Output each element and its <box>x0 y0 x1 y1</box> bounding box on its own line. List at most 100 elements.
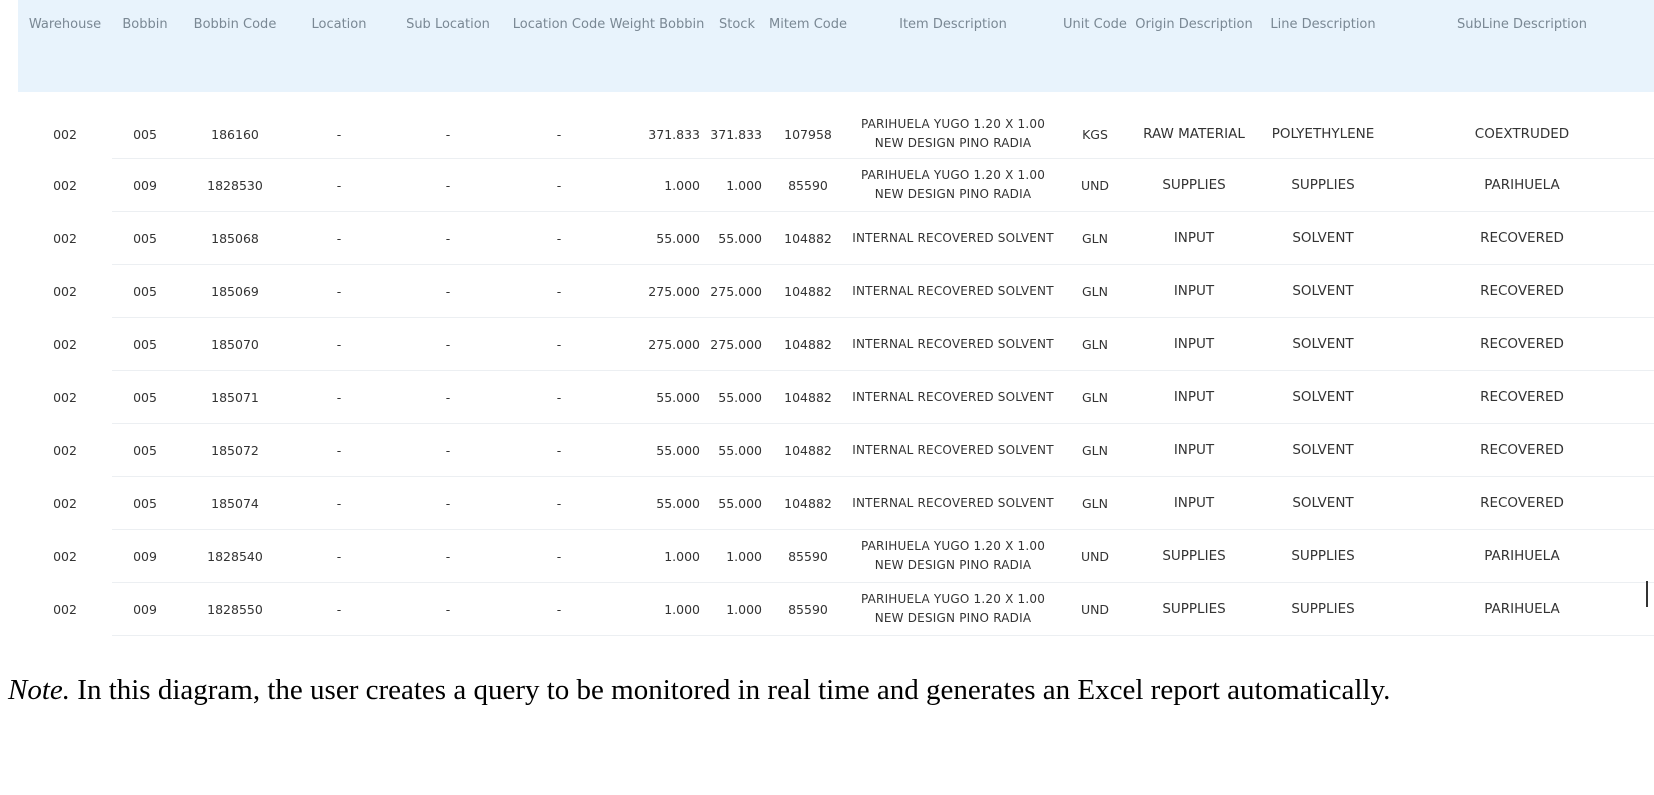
cell-origin-description: SUPPLIES <box>1132 582 1256 636</box>
cell-subline-description: RECOVERED <box>1390 476 1654 530</box>
cell-location: - <box>292 264 386 318</box>
cell-stock: 55.000 <box>706 370 768 424</box>
stock-table-panel: Warehouse Bobbin Bobbin Code Location Sub Lo… <box>18 0 1654 636</box>
cell-origin-description: SUPPLIES <box>1132 158 1256 212</box>
table-row: 002 009 1828540- - -1.000 1.000 85590 PARIHUELA… <box>18 529 1654 583</box>
cell-bobbin-code: 186160 <box>178 110 292 159</box>
cell-bobbin: 005 <box>112 110 178 159</box>
cell-origin-description: INPUT <box>1132 211 1256 265</box>
cell-location-code: - <box>510 110 608 159</box>
cell-mitem-code: 85590 <box>768 529 848 583</box>
cell-weight-bobbin: 1.000 <box>608 582 706 636</box>
cell-bobbin-code: 185070 <box>178 317 292 371</box>
cell-warehouse: 002 <box>53 442 77 458</box>
cell-stock: 55.000 <box>706 211 768 265</box>
table-row: 002 009 1828550- - -1.000 1.000 85590 PARIHUELA… <box>18 582 1654 636</box>
cell-stock: 275.000 <box>706 317 768 371</box>
cell-location: - <box>292 158 386 212</box>
cell-subline-description: COEXTRUDED <box>1390 110 1654 159</box>
cell-location-code: - <box>510 529 608 583</box>
cell-weight-bobbin: 1.000 <box>608 529 706 583</box>
cell-warehouse: 002 <box>53 389 77 405</box>
cell-bobbin-code: 185069 <box>178 264 292 318</box>
cell-line-description: SUPPLIES <box>1256 158 1390 212</box>
cell-mitem-code: 85590 <box>768 158 848 212</box>
column-header-warehouse: Warehouse <box>28 17 102 32</box>
cell-location-code: - <box>510 423 608 477</box>
cell-stock: 371.833 <box>706 110 768 159</box>
cell-origin-description: INPUT <box>1132 317 1256 371</box>
cell-location: - <box>292 317 386 371</box>
cell-weight-bobbin: 55.000 <box>608 476 706 530</box>
cell-line-description: SOLVENT <box>1256 423 1390 477</box>
cell-sub-location: - <box>386 317 510 371</box>
table-row: 002 005 185068- - -55.000 55.000 104882 INTERNA… <box>18 211 1654 265</box>
cell-location: - <box>292 110 386 159</box>
column-header-location-code: Location Code <box>512 17 606 32</box>
cell-location-code: - <box>510 317 608 371</box>
cell-weight-bobbin: 55.000 <box>608 211 706 265</box>
cell-mitem-code: 104882 <box>768 211 848 265</box>
cell-bobbin-code: 185074 <box>178 476 292 530</box>
cell-mitem-code: 104882 <box>768 423 848 477</box>
cell-line-description: SOLVENT <box>1256 317 1390 371</box>
cell-line-description: POLYETHYLENE <box>1256 110 1390 159</box>
cell-mitem-code: 107958 <box>768 110 848 159</box>
cell-sub-location: - <box>386 529 510 583</box>
cell-unit-code: GLN <box>1058 211 1132 265</box>
cell-line-description: SUPPLIES <box>1256 582 1390 636</box>
table-row: 002 005 185072- - -55.000 55.000 104882 INTERNA… <box>18 423 1654 477</box>
cell-location: - <box>292 370 386 424</box>
cell-location: - <box>292 211 386 265</box>
cell-item-description: INTERNAL RECOVERED SOLVENT <box>848 423 1058 477</box>
cell-sub-location: - <box>386 264 510 318</box>
note-label: Note. <box>8 674 71 706</box>
cell-warehouse: 002 <box>53 548 77 564</box>
cell-weight-bobbin: 275.000 <box>608 317 706 371</box>
cell-item-description: PARIHUELA YUGO 1.20 X 1.00 NEW DESIGN PI… <box>848 582 1058 636</box>
cell-subline-description: RECOVERED <box>1390 370 1654 424</box>
cell-bobbin-code: 185072 <box>178 423 292 477</box>
table-row: 002 009 1828530- - -1.000 1.000 85590 PARIHUELA… <box>18 158 1654 212</box>
cell-bobbin-code: 185068 <box>178 211 292 265</box>
cell-unit-code: GLN <box>1058 370 1132 424</box>
column-header-location: Location <box>311 17 367 32</box>
cell-item-description: PARIHUELA YUGO 1.20 X 1.00 NEW DESIGN PI… <box>848 158 1058 212</box>
table-header-row: Warehouse Bobbin Bobbin Code Location Sub Lo… <box>18 0 1654 110</box>
cell-unit-code: GLN <box>1058 264 1132 318</box>
cell-stock: 1.000 <box>706 529 768 583</box>
cell-mitem-code: 104882 <box>768 476 848 530</box>
column-header-origin-description: Origin Description <box>1135 17 1253 32</box>
column-header-sub-location: Sub Location <box>406 17 490 32</box>
cell-warehouse: 002 <box>53 601 77 617</box>
cell-origin-description: RAW MATERIAL <box>1132 110 1256 159</box>
column-header-bobbin-code: Bobbin Code <box>193 17 277 32</box>
cell-location: - <box>292 582 386 636</box>
cell-weight-bobbin: 371.833 <box>608 110 706 159</box>
cell-origin-description: INPUT <box>1132 476 1256 530</box>
cell-origin-description: INPUT <box>1132 264 1256 318</box>
cell-bobbin: 005 <box>112 423 178 477</box>
cell-warehouse: 002 <box>53 230 77 246</box>
cell-item-description: INTERNAL RECOVERED SOLVENT <box>848 476 1058 530</box>
table-row: 002 005 185071- - -55.000 55.000 104882 INTERNA… <box>18 370 1654 424</box>
cell-sub-location: - <box>386 423 510 477</box>
cell-weight-bobbin: 55.000 <box>608 370 706 424</box>
cell-line-description: SOLVENT <box>1256 264 1390 318</box>
cell-warehouse: 002 <box>53 336 77 352</box>
cell-unit-code: UND <box>1058 582 1132 636</box>
cell-sub-location: - <box>386 370 510 424</box>
cell-stock: 55.000 <box>706 423 768 477</box>
cell-bobbin-code: 1828540 <box>178 529 292 583</box>
cell-bobbin: 009 <box>112 158 178 212</box>
cell-bobbin-code: 1828550 <box>178 582 292 636</box>
cell-subline-description: RECOVERED <box>1390 317 1654 371</box>
figure-note: Note. In this diagram, the user creates … <box>8 668 1648 713</box>
column-header-stock: Stock <box>719 17 755 32</box>
cell-bobbin: 005 <box>112 370 178 424</box>
cell-warehouse: 002 <box>53 177 77 193</box>
column-header-subline-description: SubLine Description <box>1456 17 1587 32</box>
cell-location-code: - <box>510 158 608 212</box>
cell-sub-location: - <box>386 476 510 530</box>
cell-weight-bobbin: 275.000 <box>608 264 706 318</box>
